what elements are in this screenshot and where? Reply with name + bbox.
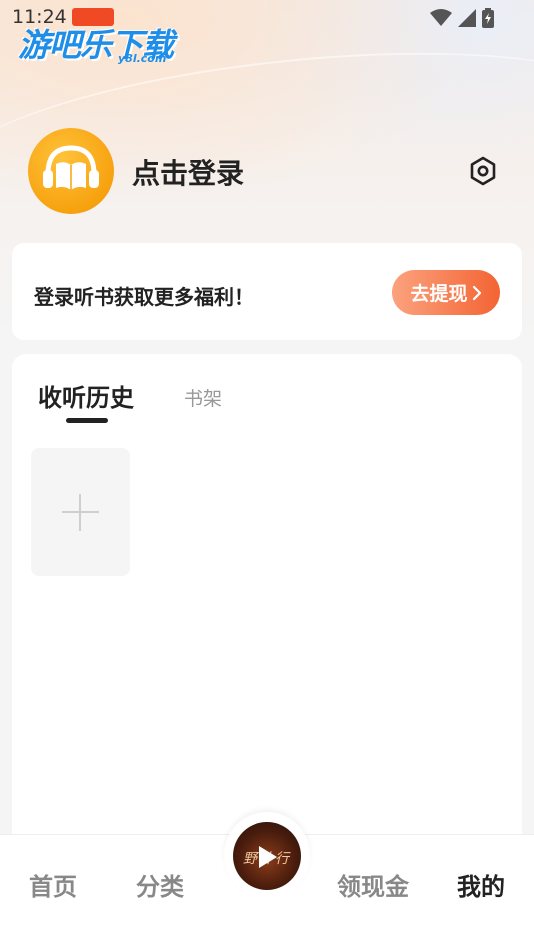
book-headphones-icon <box>43 145 99 190</box>
battery-icon <box>482 8 494 28</box>
plus-icon-vertical <box>79 494 81 531</box>
play-icon <box>259 846 277 868</box>
mini-player-button[interactable]: 野外行 <box>233 822 301 890</box>
status-icons <box>430 8 494 28</box>
withdraw-button[interactable]: 去提现 <box>392 270 500 315</box>
promo-card: 登录听书获取更多福利！ 去提现 <box>12 243 522 340</box>
profile-header: 点击登录 <box>28 128 506 214</box>
tab-home[interactable]: 首页 <box>3 867 103 902</box>
avatar[interactable] <box>28 128 114 214</box>
watermark-logo: 游吧乐下载 y8l.com <box>18 6 188 68</box>
active-tab-indicator <box>66 418 108 423</box>
watermark-domain: y8l.com <box>118 52 167 65</box>
tab-listen-history[interactable]: 收听历史 <box>38 378 134 413</box>
add-book-button[interactable] <box>31 448 130 576</box>
tab-category[interactable]: 分类 <box>110 867 210 902</box>
settings-button[interactable] <box>466 154 500 188</box>
library-card: 收听历史 书架 <box>12 354 522 874</box>
wifi-icon <box>430 9 452 26</box>
promo-text: 登录听书获取更多福利！ <box>34 285 254 309</box>
hexagon-gear-icon <box>470 156 496 186</box>
tab-mine[interactable]: 我的 <box>431 867 531 902</box>
tab-cash[interactable]: 领现金 <box>323 867 423 902</box>
withdraw-button-label: 去提现 <box>410 283 468 305</box>
login-link[interactable]: 点击登录 <box>132 152 244 192</box>
tab-bookshelf[interactable]: 书架 <box>184 384 222 411</box>
chevron-right-icon <box>472 285 481 300</box>
signal-icon <box>458 9 476 27</box>
